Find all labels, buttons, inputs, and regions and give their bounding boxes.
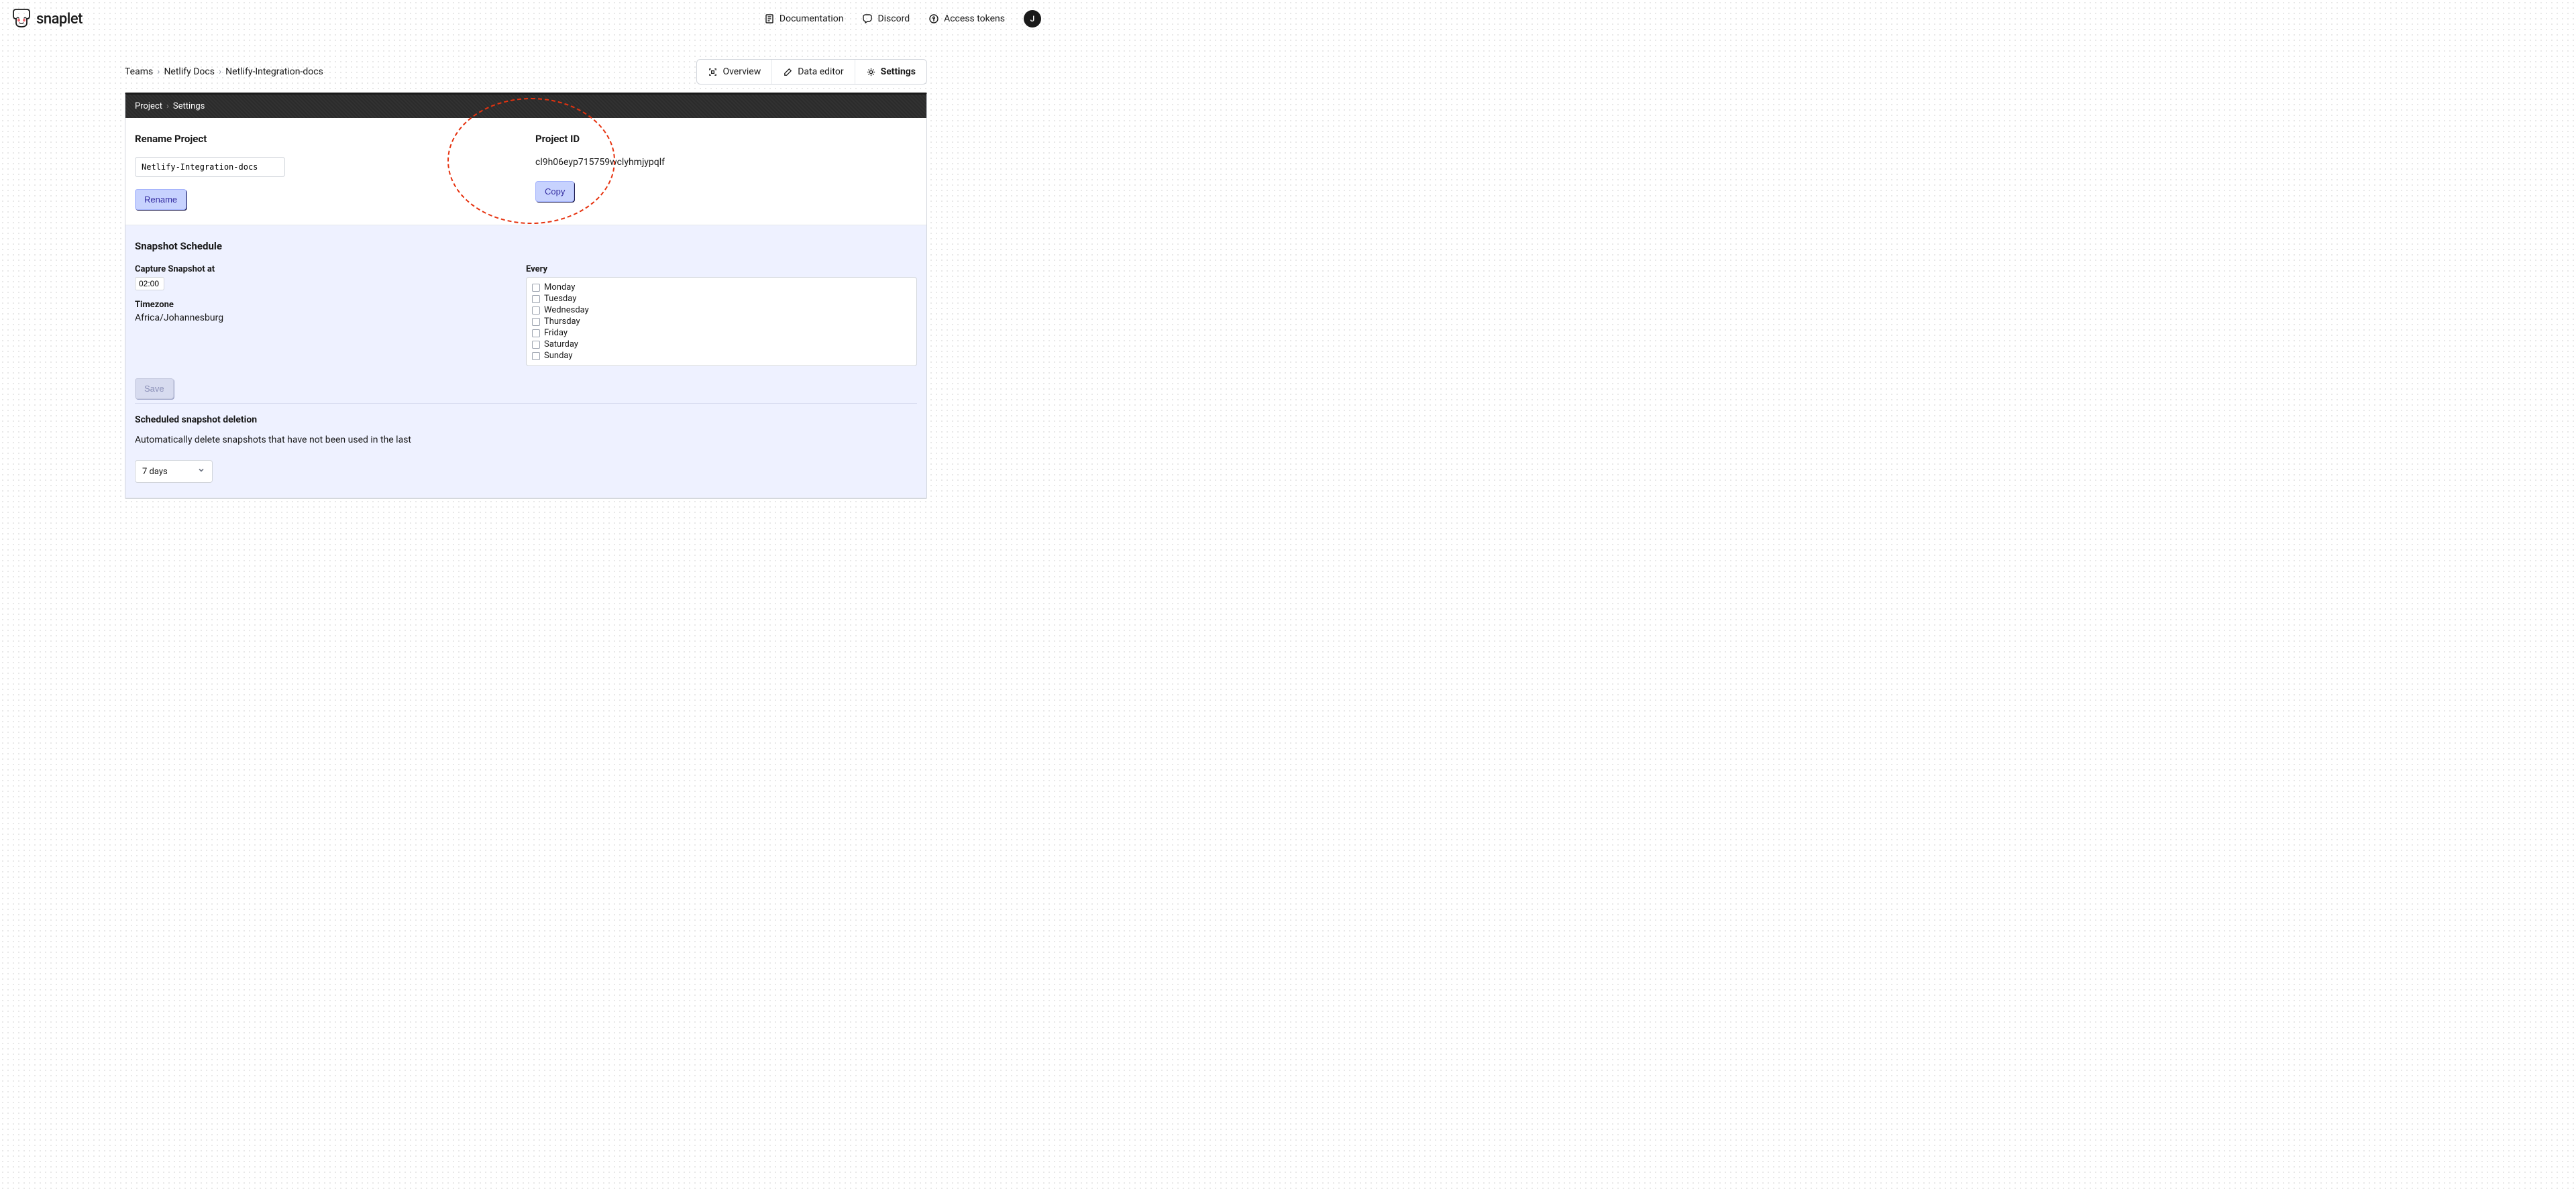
retention-select[interactable]: 7 days	[135, 460, 213, 483]
tab-overview-label: Overview	[722, 66, 761, 77]
save-button[interactable]: Save	[135, 378, 174, 399]
breadcrumb-project[interactable]: Netlify-Integration-docs	[225, 66, 323, 77]
day-row[interactable]: Monday	[532, 282, 911, 293]
retention-value: 7 days	[142, 467, 168, 477]
checkbox-icon[interactable]	[532, 352, 540, 360]
copy-button[interactable]: Copy	[535, 181, 574, 202]
deletion-desc: Automatically delete snapshots that have…	[135, 435, 917, 445]
checkbox-icon[interactable]	[532, 306, 540, 315]
day-label: Tuesday	[544, 294, 576, 304]
app-header: snaplet Documentation	[0, 0, 1052, 38]
day-row[interactable]: Wednesday	[532, 304, 911, 316]
discord-link[interactable]: Discord	[862, 13, 910, 24]
chevron-down-icon	[197, 466, 205, 477]
rename-button[interactable]: Rename	[135, 189, 186, 210]
capture-label: Capture Snapshot at	[135, 264, 526, 274]
day-label: Friday	[544, 328, 568, 338]
documentation-link[interactable]: Documentation	[764, 13, 844, 24]
tab-settings[interactable]: Settings	[855, 60, 926, 84]
snaplet-logo-icon	[11, 8, 32, 30]
every-label: Every	[526, 264, 917, 274]
day-row[interactable]: Thursday	[532, 316, 911, 327]
access-tokens-label: Access tokens	[944, 13, 1005, 24]
timezone-value: Africa/Johannesburg	[135, 313, 526, 323]
breadcrumb-teams[interactable]: Teams	[125, 66, 153, 77]
timezone-label: Timezone	[135, 300, 526, 310]
schedule-right: Every Monday Tuesday Wednesday	[526, 264, 917, 366]
divider	[135, 403, 917, 404]
deletion-title: Scheduled snapshot deletion	[135, 414, 917, 425]
day-label: Sunday	[544, 351, 573, 361]
avatar-initial: J	[1030, 14, 1035, 23]
tab-data-editor-label: Data editor	[798, 66, 843, 77]
rename-projectid-row: Rename Project Rename Project ID cl9h06e…	[125, 118, 926, 225]
checkbox-icon[interactable]	[532, 341, 540, 349]
chevron-right-icon: ›	[157, 66, 160, 77]
chevron-right-icon: ›	[219, 66, 221, 77]
document-icon	[764, 13, 775, 24]
scan-icon	[708, 67, 718, 77]
schedule-section: Snapshot Schedule Capture Snapshot at Ti…	[125, 225, 926, 498]
rename-section: Rename Project Rename	[125, 118, 526, 225]
chat-icon	[862, 13, 873, 24]
panel-crumb-settings: Settings	[173, 101, 205, 111]
day-row[interactable]: Sunday	[532, 350, 911, 361]
subheader: Teams › Netlify Docs › Netlify-Integrati…	[125, 59, 927, 84]
day-label: Wednesday	[544, 305, 589, 315]
chevron-right-icon: ›	[166, 101, 169, 111]
checkbox-icon[interactable]	[532, 284, 540, 292]
day-row[interactable]: Tuesday	[532, 293, 911, 304]
capture-time-input[interactable]	[135, 277, 164, 290]
breadcrumb: Teams › Netlify Docs › Netlify-Integrati…	[125, 66, 323, 77]
documentation-label: Documentation	[780, 13, 844, 24]
project-tabs: Overview Data editor Settings	[696, 59, 927, 84]
gear-icon	[866, 67, 876, 77]
discord-label: Discord	[877, 13, 910, 24]
panel-crumb-project: Project	[135, 101, 162, 111]
breadcrumb-team[interactable]: Netlify Docs	[164, 66, 215, 77]
tab-overview[interactable]: Overview	[697, 60, 772, 84]
tab-data-editor[interactable]: Data editor	[772, 60, 855, 84]
avatar[interactable]: J	[1024, 10, 1041, 27]
day-label: Thursday	[544, 317, 580, 327]
panel-breadcrumb: Project › Settings	[125, 95, 926, 118]
project-id-section: Project ID cl9h06eyp715759wclyhmjypqlf C…	[526, 118, 926, 225]
save-button-label: Save	[144, 384, 164, 394]
day-label: Monday	[544, 282, 575, 292]
header-nav: Documentation Discord Ac	[764, 10, 1041, 27]
brand-logo[interactable]: snaplet	[11, 8, 83, 30]
day-list: Monday Tuesday Wednesday Thursday	[526, 277, 917, 366]
copy-button-label: Copy	[545, 186, 565, 196]
rename-title: Rename Project	[135, 133, 517, 145]
access-tokens-link[interactable]: Access tokens	[928, 13, 1005, 24]
edit-icon	[783, 67, 793, 77]
project-id-title: Project ID	[535, 133, 917, 145]
project-name-input[interactable]	[135, 157, 285, 177]
checkbox-icon[interactable]	[532, 295, 540, 303]
day-row[interactable]: Friday	[532, 327, 911, 339]
brand-name: snaplet	[36, 11, 83, 27]
checkbox-icon[interactable]	[532, 318, 540, 326]
key-icon	[928, 13, 939, 24]
rename-button-label: Rename	[144, 194, 177, 205]
settings-panel: Project › Settings Rename Project Rename…	[125, 93, 927, 499]
day-label: Saturday	[544, 339, 578, 349]
schedule-left: Capture Snapshot at Timezone Africa/Joha…	[135, 264, 526, 366]
tab-settings-label: Settings	[881, 66, 916, 77]
day-row[interactable]: Saturday	[532, 339, 911, 350]
project-id-value: cl9h06eyp715759wclyhmjypqlf	[535, 157, 917, 168]
checkbox-icon[interactable]	[532, 329, 540, 337]
schedule-title: Snapshot Schedule	[135, 240, 917, 252]
